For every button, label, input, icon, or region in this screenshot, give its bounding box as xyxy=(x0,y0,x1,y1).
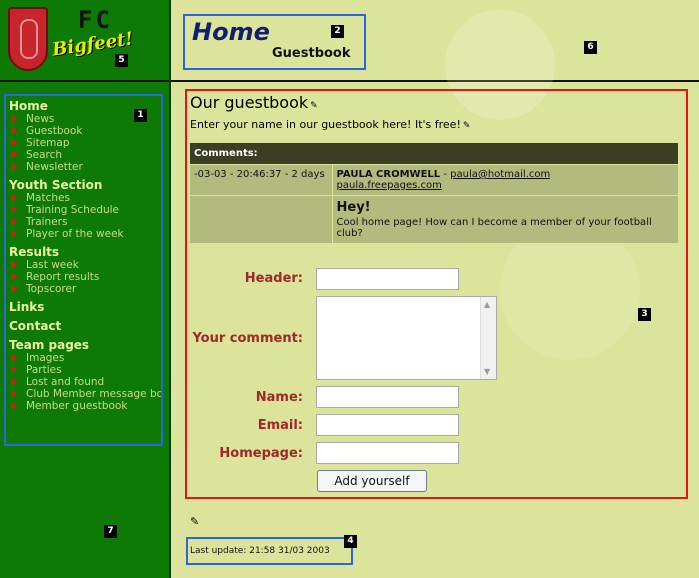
club-logo[interactable]: FC Bigfeet! xyxy=(0,0,169,80)
annotation-box-navigation xyxy=(4,94,163,446)
sidebar-divider xyxy=(0,80,169,82)
annotation-tag-3: 3 xyxy=(638,308,651,321)
annotation-tag-2: 2 xyxy=(331,25,344,38)
club-crest-icon xyxy=(8,7,48,71)
annotation-box-footer xyxy=(186,537,353,565)
pencil-icon[interactable]: ✎ xyxy=(190,515,199,528)
annotation-tag-7: 7 xyxy=(104,525,117,538)
annotation-tag-6: 6 xyxy=(584,41,597,54)
annotation-tag-4: 4 xyxy=(344,535,357,548)
annotation-tag-1: 1 xyxy=(134,109,147,122)
annotation-box-content xyxy=(185,89,688,499)
annotation-tag-5: 5 xyxy=(115,54,128,67)
header-divider xyxy=(171,80,699,82)
annotation-box-header xyxy=(183,14,366,70)
logo-fc-text: FC xyxy=(78,6,113,34)
